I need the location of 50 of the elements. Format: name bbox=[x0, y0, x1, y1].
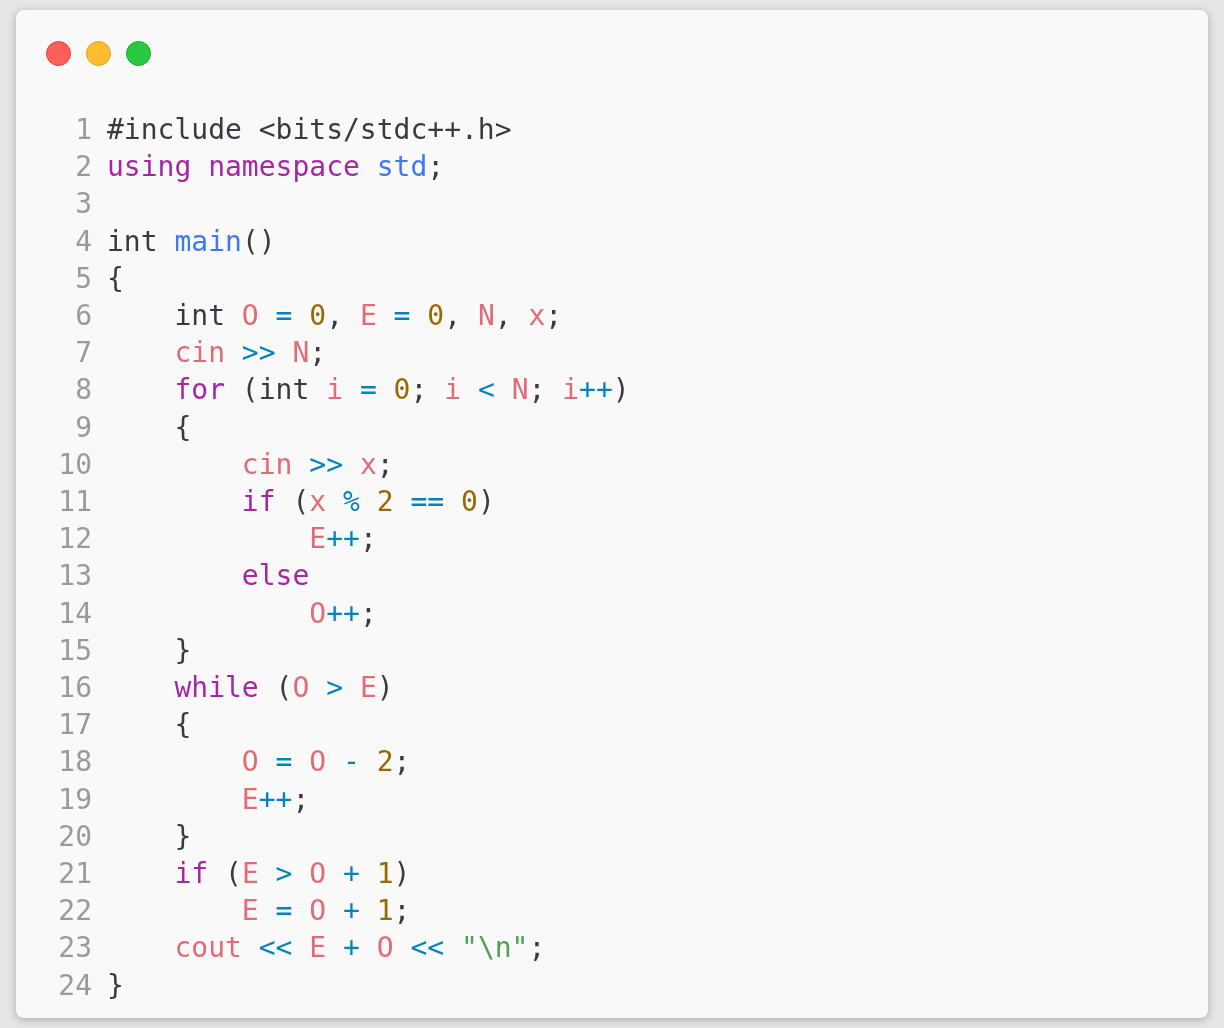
line-number: 2 bbox=[74, 149, 92, 186]
line-number: 24 bbox=[57, 967, 92, 1004]
line-number: 13 bbox=[57, 558, 92, 595]
code-line: if (x % 2 == 0) bbox=[240, 484, 495, 521]
line-number: 14 bbox=[57, 595, 92, 632]
line-number: 5 bbox=[74, 260, 92, 297]
code-line: O++; bbox=[308, 595, 377, 632]
line-number: 12 bbox=[57, 521, 92, 558]
code-line: O = O - 2; bbox=[240, 744, 411, 781]
line-number: 21 bbox=[57, 856, 92, 893]
line-number: 4 bbox=[74, 223, 92, 260]
line-number: 16 bbox=[57, 670, 92, 707]
line-number: 3 bbox=[74, 186, 92, 223]
line-number: 18 bbox=[57, 744, 92, 781]
code-line: #include <bits/stdc++.h> bbox=[107, 112, 512, 148]
line-number: 11 bbox=[57, 484, 92, 521]
window-maximize-button[interactable] bbox=[126, 41, 151, 66]
line-number: 10 bbox=[57, 446, 92, 483]
code-line: { bbox=[107, 260, 124, 297]
code-line: { bbox=[173, 409, 192, 446]
line-number: 7 bbox=[74, 335, 92, 372]
code-line: for (int i = 0; i < N; i++) bbox=[173, 372, 630, 409]
code-line: E++; bbox=[308, 521, 377, 558]
line-number: 23 bbox=[57, 930, 92, 967]
code-line: E = O + 1; bbox=[240, 893, 411, 930]
code-line: int main() bbox=[107, 223, 276, 260]
line-number: 17 bbox=[57, 707, 92, 744]
code-line: } bbox=[173, 632, 192, 669]
code-line: E++; bbox=[240, 781, 310, 818]
code-line: using namespace std; bbox=[107, 149, 445, 186]
line-number: 22 bbox=[57, 893, 92, 930]
code-line: else bbox=[240, 558, 310, 595]
code-line: while (O > E) bbox=[173, 670, 394, 707]
code-line: } bbox=[107, 967, 124, 1004]
line-number: 8 bbox=[74, 372, 92, 409]
line-number: 9 bbox=[74, 409, 92, 446]
code-line: cout << E + O << "\n"; bbox=[173, 930, 546, 967]
code-line: cin >> x; bbox=[240, 446, 394, 483]
code-line: } bbox=[173, 818, 192, 855]
line-number: 1 bbox=[74, 112, 92, 148]
code-line: { bbox=[173, 707, 192, 744]
code-line: cin >> N; bbox=[173, 335, 327, 372]
line-number: 15 bbox=[57, 632, 92, 669]
line-number: 19 bbox=[57, 781, 92, 818]
line-number: 6 bbox=[74, 298, 92, 334]
window-close-button[interactable] bbox=[46, 41, 71, 66]
line-number: 20 bbox=[57, 818, 92, 855]
code-line: int O = 0, E = 0, N, x; bbox=[173, 298, 563, 334]
code-line: if (E > O + 1) bbox=[173, 856, 411, 893]
window-minimize-button[interactable] bbox=[86, 41, 111, 66]
